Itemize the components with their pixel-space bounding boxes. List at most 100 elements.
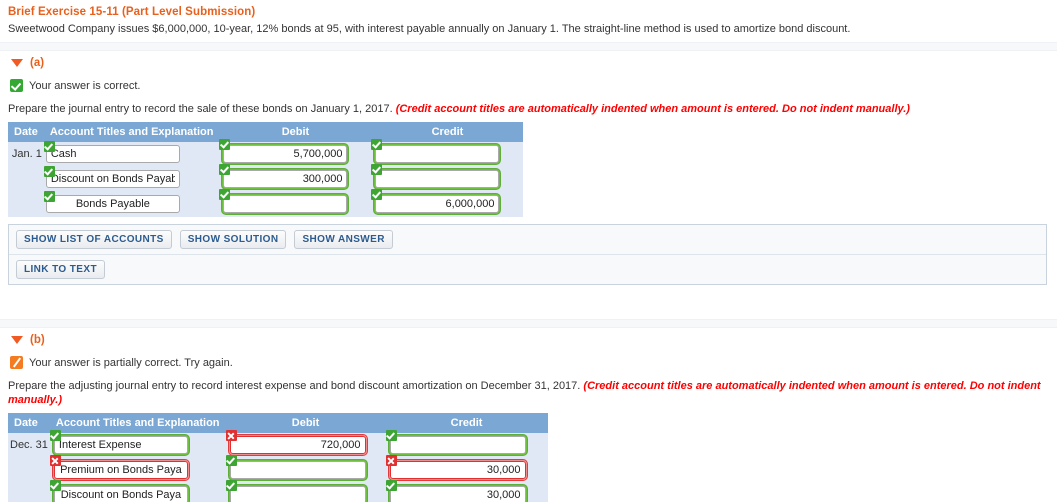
green-check-badge — [219, 139, 231, 150]
table-row — [8, 480, 548, 502]
row-credit-cell — [385, 480, 548, 502]
account-field-wrap — [49, 430, 190, 456]
row-credit-cell — [385, 455, 548, 483]
row-credit-cell — [371, 164, 523, 192]
part-a-status: Your answer is correct. — [0, 75, 1057, 96]
row-date: Jan. 1 — [11, 148, 42, 160]
part-a-prompt-text: Prepare the journal entry to record the … — [8, 103, 393, 115]
debit-input[interactable] — [223, 145, 348, 163]
exercise-page: Brief Exercise 15-11 (Part Level Submiss… — [0, 0, 1057, 502]
valid-ring — [221, 143, 350, 165]
green-check-badge — [49, 480, 61, 491]
credit-input[interactable] — [389, 436, 526, 454]
row-debit-cell — [225, 430, 386, 458]
action-row-primary: SHOW LIST OF ACCOUNTS SHOW SOLUTION SHOW… — [9, 225, 1046, 255]
account-input[interactable] — [45, 145, 180, 163]
green-check-badge — [225, 455, 237, 466]
debit-field-wrap — [225, 430, 368, 456]
table-row — [8, 455, 548, 483]
row-debit-cell — [225, 455, 386, 483]
valid-ring — [51, 434, 190, 456]
row-debit-cell — [219, 189, 371, 217]
part-b-prompt: Prepare the adjusting journal entry to r… — [0, 373, 1057, 413]
part-b-prompt-text: Prepare the adjusting journal entry to r… — [8, 380, 581, 392]
part-b-header[interactable]: (b) — [0, 328, 1057, 352]
green-check-icon — [10, 79, 23, 92]
debit-input[interactable] — [229, 436, 366, 454]
row-date — [8, 167, 44, 192]
credit-field-wrap — [385, 480, 528, 502]
green-check-badge — [219, 164, 231, 175]
row-date — [8, 192, 44, 217]
show-answer-button[interactable]: SHOW ANSWER — [294, 230, 393, 249]
show-list-of-accounts-button[interactable]: SHOW LIST OF ACCOUNTS — [16, 230, 172, 249]
row-account-cell — [49, 430, 226, 458]
part-a-status-text: Your answer is correct. — [29, 79, 141, 92]
exercise-description: Sweetwood Company issues $6,000,000, 10-… — [8, 23, 851, 35]
part-a-prompt-hint: (Credit account titles are automatically… — [395, 103, 910, 115]
part-a-label: (a) — [30, 57, 45, 69]
account-field-wrap — [49, 455, 190, 481]
green-check-badge — [43, 191, 55, 202]
column-header-account: Account Titles and Explanation — [43, 122, 220, 142]
journal-entry-table-b: Date Account Titles and Explanation Debi… — [8, 413, 548, 502]
row-account-cell — [43, 191, 220, 217]
account-field-wrap — [43, 141, 180, 163]
credit-field-wrap — [371, 164, 502, 190]
credit-input[interactable] — [375, 170, 500, 188]
triangle-down-icon[interactable] — [11, 336, 23, 344]
account-field-wrap — [43, 166, 180, 188]
show-solution-button[interactable]: SHOW SOLUTION — [179, 230, 287, 249]
valid-ring — [227, 484, 368, 502]
triangle-down-icon[interactable] — [11, 59, 23, 67]
account-input[interactable] — [45, 195, 180, 213]
section-divider-b — [0, 319, 1057, 328]
action-row-secondary: LINK TO TEXT — [9, 255, 1046, 284]
debit-input[interactable] — [223, 195, 348, 213]
account-input[interactable] — [45, 170, 180, 188]
debit-input[interactable] — [229, 486, 366, 502]
error-ring — [51, 459, 190, 481]
table-row — [8, 164, 523, 192]
credit-input[interactable] — [375, 145, 500, 163]
table-b-header-row: Date Account Titles and Explanation Debi… — [8, 413, 548, 433]
valid-ring — [51, 484, 190, 502]
credit-input[interactable] — [389, 461, 526, 479]
row-date — [8, 458, 50, 483]
credit-input[interactable] — [375, 195, 500, 213]
credit-field-wrap — [385, 430, 528, 456]
valid-ring — [387, 484, 528, 502]
part-a-header[interactable]: (a) — [0, 51, 1057, 75]
debit-field-wrap — [219, 139, 350, 165]
link-to-text-button[interactable]: LINK TO TEXT — [16, 260, 105, 279]
section-divider-a — [0, 42, 1057, 51]
credit-input[interactable] — [389, 486, 526, 502]
valid-ring — [373, 193, 502, 215]
exercise-header: Brief Exercise 15-11 (Part Level Submiss… — [0, 0, 1057, 42]
column-header-date: Date — [8, 122, 44, 142]
row-date: Dec. 31 — [10, 439, 48, 451]
orange-slash-icon — [10, 356, 23, 369]
part-b-label: (b) — [30, 334, 45, 346]
row-date — [8, 483, 50, 502]
green-check-badge — [371, 189, 383, 200]
account-input[interactable] — [53, 486, 188, 502]
column-header-debit: Debit — [219, 122, 372, 142]
account-input[interactable] — [53, 436, 188, 454]
green-check-badge — [371, 139, 383, 150]
account-field-wrap — [43, 191, 180, 213]
table-row — [8, 189, 523, 217]
part-b-status-text: Your answer is partially correct. Try ag… — [29, 356, 233, 369]
debit-input[interactable] — [229, 461, 366, 479]
valid-ring — [227, 459, 368, 481]
valid-ring — [373, 168, 502, 190]
account-input[interactable] — [53, 461, 188, 479]
debit-field-wrap — [219, 164, 350, 190]
debit-input[interactable] — [223, 170, 348, 188]
row-account-cell — [49, 480, 226, 502]
error-ring — [387, 459, 528, 481]
column-header-account: Account Titles and Explanation — [49, 413, 226, 433]
row-credit-cell — [385, 430, 548, 458]
green-check-badge — [49, 430, 61, 441]
